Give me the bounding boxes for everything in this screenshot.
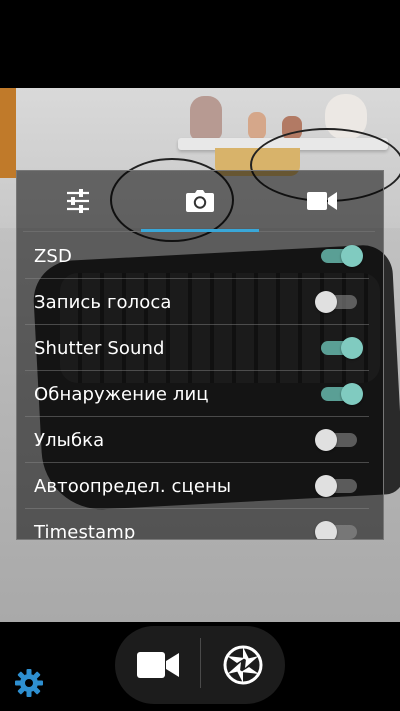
setting-toggle[interactable] — [321, 383, 363, 405]
settings-list: ZSD Запись голоса Shutter Sound Обнаружение… — [17, 233, 383, 540]
selected-tab-indicator — [141, 229, 259, 232]
settings-button[interactable] — [14, 668, 44, 698]
toggle-knob — [315, 291, 337, 313]
setting-label: Обнаружение лиц — [34, 383, 209, 405]
setting-label: Shutter Sound — [34, 337, 165, 359]
camera-screen: ZSD Запись голоса Shutter Sound Обнаружение… — [0, 0, 400, 711]
toggle-knob — [315, 475, 337, 497]
toggle-knob — [341, 337, 363, 359]
setting-label: Улыбка — [34, 429, 105, 451]
toggle-knob — [341, 383, 363, 405]
setting-toggle[interactable] — [321, 337, 363, 359]
setting-row[interactable]: Автоопредел. сцены — [17, 463, 383, 509]
shutter-button[interactable] — [200, 626, 285, 704]
setting-row[interactable]: ZSD — [17, 233, 383, 279]
setting-label: Запись голоса — [34, 291, 172, 313]
setting-label: Timestamp — [34, 521, 136, 540]
settings-tabs — [17, 171, 383, 232]
preview-object — [0, 88, 16, 178]
setting-toggle[interactable] — [321, 245, 363, 267]
setting-toggle[interactable] — [315, 521, 357, 539]
tab-photo-settings[interactable] — [139, 171, 261, 231]
toggle-knob — [341, 245, 363, 267]
setting-row[interactable]: Timestamp — [17, 509, 383, 540]
preview-object — [248, 112, 266, 140]
toggle-knob — [315, 521, 337, 539]
setting-toggle[interactable] — [315, 475, 357, 497]
setting-label: ZSD — [34, 245, 72, 267]
video-record-button[interactable] — [115, 626, 200, 704]
setting-row[interactable]: Обнаружение лиц — [17, 371, 383, 417]
setting-row[interactable]: Улыбка — [17, 417, 383, 463]
gear-icon — [15, 669, 43, 697]
tab-general-settings[interactable] — [17, 171, 139, 231]
camera-icon — [186, 190, 214, 212]
shutter-icon — [223, 645, 262, 685]
toggle-knob — [315, 429, 337, 451]
setting-toggle[interactable] — [315, 291, 357, 313]
video-camera-icon — [136, 652, 179, 678]
setting-toggle[interactable] — [315, 429, 357, 451]
sliders-icon — [67, 189, 89, 213]
preview-object — [190, 96, 222, 140]
tab-video-settings[interactable] — [261, 171, 383, 231]
camera-settings-panel: ZSD Запись голоса Shutter Sound Обнаружение… — [16, 170, 384, 540]
bottom-controls — [0, 622, 400, 711]
setting-row[interactable]: Запись голоса — [17, 279, 383, 325]
setting-label: Автоопредел. сцены — [34, 475, 232, 497]
setting-row[interactable]: Shutter Sound — [17, 325, 383, 371]
video-camera-icon — [307, 192, 337, 210]
